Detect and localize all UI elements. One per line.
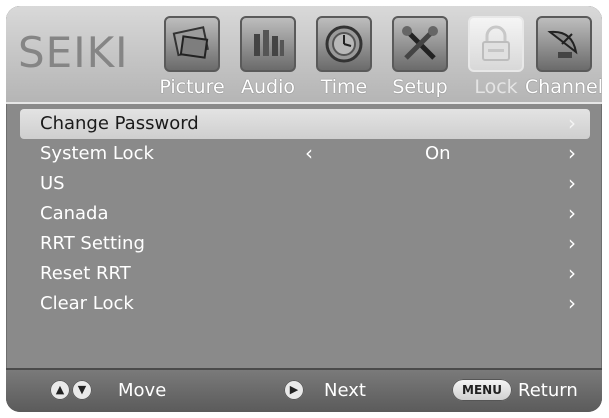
satellite-icon: [536, 16, 592, 72]
chevron-right-icon: ›: [568, 171, 576, 195]
menu-button-icon: MENU: [452, 379, 512, 401]
tab-label: Time: [320, 76, 368, 98]
chevron-right-icon: ›: [568, 261, 576, 285]
tab-label: Picture: [159, 76, 225, 98]
lock-icon: [468, 16, 524, 72]
return-hint: Return: [518, 380, 578, 401]
chevron-right-icon: ›: [568, 231, 576, 255]
menu-item-label: Reset RRT: [40, 263, 131, 284]
chevron-right-icon[interactable]: ›: [568, 141, 576, 165]
down-arrow-button-icon: ▼: [72, 380, 92, 400]
menu-header: SEIKI Picture Audio Time Setup Lock Chan…: [6, 6, 602, 104]
chevron-left-icon[interactable]: ‹: [305, 141, 313, 165]
tab-time[interactable]: Time: [308, 16, 380, 100]
move-hint: Move: [118, 380, 167, 401]
tools-icon: [392, 16, 448, 72]
menu-item-label: Change Password: [40, 113, 199, 134]
menu-item-label: RRT Setting: [40, 233, 145, 254]
clock-icon: [316, 16, 372, 72]
navigation-hint-bar: ▲ ▼ Move ▶ Next MENU Return: [6, 368, 602, 412]
menu-item-label: Clear Lock: [40, 293, 134, 314]
tab-label: Audio: [240, 76, 295, 98]
menu-item-system-lock[interactable]: System Lock ‹ On ›: [20, 139, 590, 169]
lock-menu-list: Change Password › System Lock ‹ On › US …: [20, 109, 590, 319]
menu-item-clear-lock[interactable]: Clear Lock ›: [20, 289, 590, 319]
menu-item-label: Canada: [40, 203, 109, 224]
tab-label: Setup: [392, 76, 448, 98]
chevron-right-icon: ›: [568, 201, 576, 225]
menu-item-label: US: [40, 173, 65, 194]
tab-audio[interactable]: Audio: [232, 16, 304, 100]
tab-channel[interactable]: Channel: [525, 16, 602, 100]
tab-setup[interactable]: Setup: [384, 16, 456, 100]
audio-icon: [240, 16, 296, 72]
menu-item-us[interactable]: US ›: [20, 169, 590, 199]
menu-item-rrt-setting[interactable]: RRT Setting ›: [20, 229, 590, 259]
menu-item-canada[interactable]: Canada ›: [20, 199, 590, 229]
picture-icon: [164, 16, 220, 72]
menu-item-label: System Lock: [40, 143, 154, 164]
chevron-right-icon: ›: [568, 291, 576, 315]
menu-item-change-password[interactable]: Change Password ›: [20, 109, 590, 139]
menu-item-reset-rrt[interactable]: Reset RRT ›: [20, 259, 590, 289]
tv-menu-screen: SEIKI Picture Audio Time Setup Lock Chan…: [6, 6, 602, 412]
brand-logo: SEIKI: [18, 28, 129, 77]
chevron-right-icon: ›: [568, 111, 576, 135]
system-lock-value: On: [425, 143, 451, 164]
tab-picture[interactable]: Picture: [156, 16, 228, 100]
right-arrow-button-icon: ▶: [284, 380, 304, 400]
up-arrow-button-icon: ▲: [50, 380, 70, 400]
next-hint: Next: [324, 380, 366, 401]
tab-label: Channel: [524, 76, 602, 98]
